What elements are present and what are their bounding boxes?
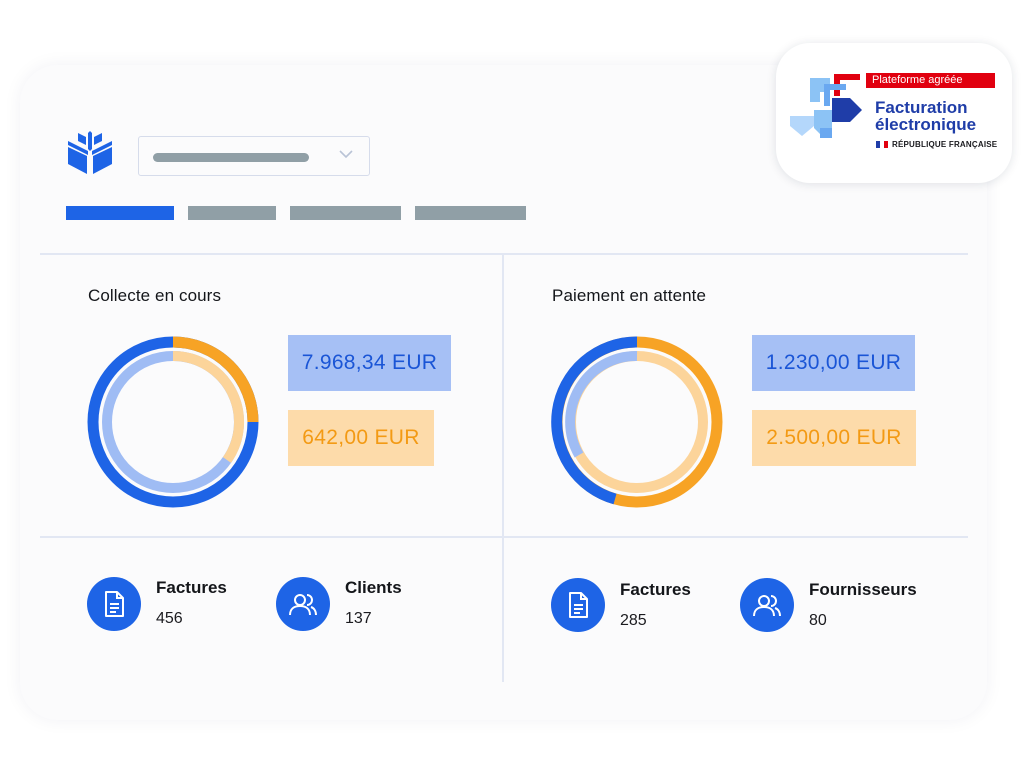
- stat-label-clients: Clients: [345, 578, 402, 597]
- panel-title-paiement: Paiement en attente: [552, 286, 707, 305]
- panel-title-collecte: Collecte en cours: [88, 286, 222, 305]
- badge-title-line1: Facturation: [875, 98, 968, 117]
- users-icon: [276, 577, 330, 631]
- facturation-electronique-logo-icon: [790, 74, 862, 138]
- badge-ribbon: Plateforme agréée: [866, 73, 995, 88]
- stat-value-clients: 137: [345, 610, 372, 627]
- users-icon: [740, 578, 794, 632]
- amount-collected: 7.968,34 EUR: [288, 335, 451, 391]
- tab-2[interactable]: [188, 206, 276, 220]
- document-icon: [87, 577, 141, 631]
- amount-paid: 1.230,00 EUR: [752, 335, 915, 391]
- tab-4[interactable]: [415, 206, 526, 220]
- divider: [40, 253, 968, 255]
- tab-1[interactable]: [66, 206, 174, 220]
- tab-3[interactable]: [290, 206, 401, 220]
- stat-label-fournisseurs: Fournisseurs: [809, 580, 917, 599]
- chevron-down-icon: [339, 150, 353, 159]
- divider: [502, 254, 504, 682]
- amount-pending: 642,00 EUR: [288, 410, 434, 466]
- french-flag-icon: [876, 141, 888, 148]
- stat-label-factures: Factures: [156, 578, 227, 597]
- document-icon: [551, 578, 605, 632]
- stat-value-factures-2: 285: [620, 612, 647, 629]
- account-select[interactable]: [138, 136, 370, 176]
- paiement-donut-chart: [551, 336, 723, 508]
- select-value-placeholder: [153, 153, 309, 162]
- divider: [40, 536, 968, 538]
- badge-title-line2: électronique: [875, 115, 977, 134]
- stat-label-factures-2: Factures: [620, 580, 691, 599]
- stat-value-factures: 456: [156, 610, 183, 627]
- amount-awaiting: 2.500,00 EUR: [752, 410, 916, 466]
- badge-republique: RÉPUBLIQUE FRANÇAISE: [892, 140, 998, 149]
- stat-value-fournisseurs: 80: [809, 612, 827, 629]
- company-logo-icon: [68, 131, 112, 174]
- collecte-donut-chart: [87, 336, 259, 508]
